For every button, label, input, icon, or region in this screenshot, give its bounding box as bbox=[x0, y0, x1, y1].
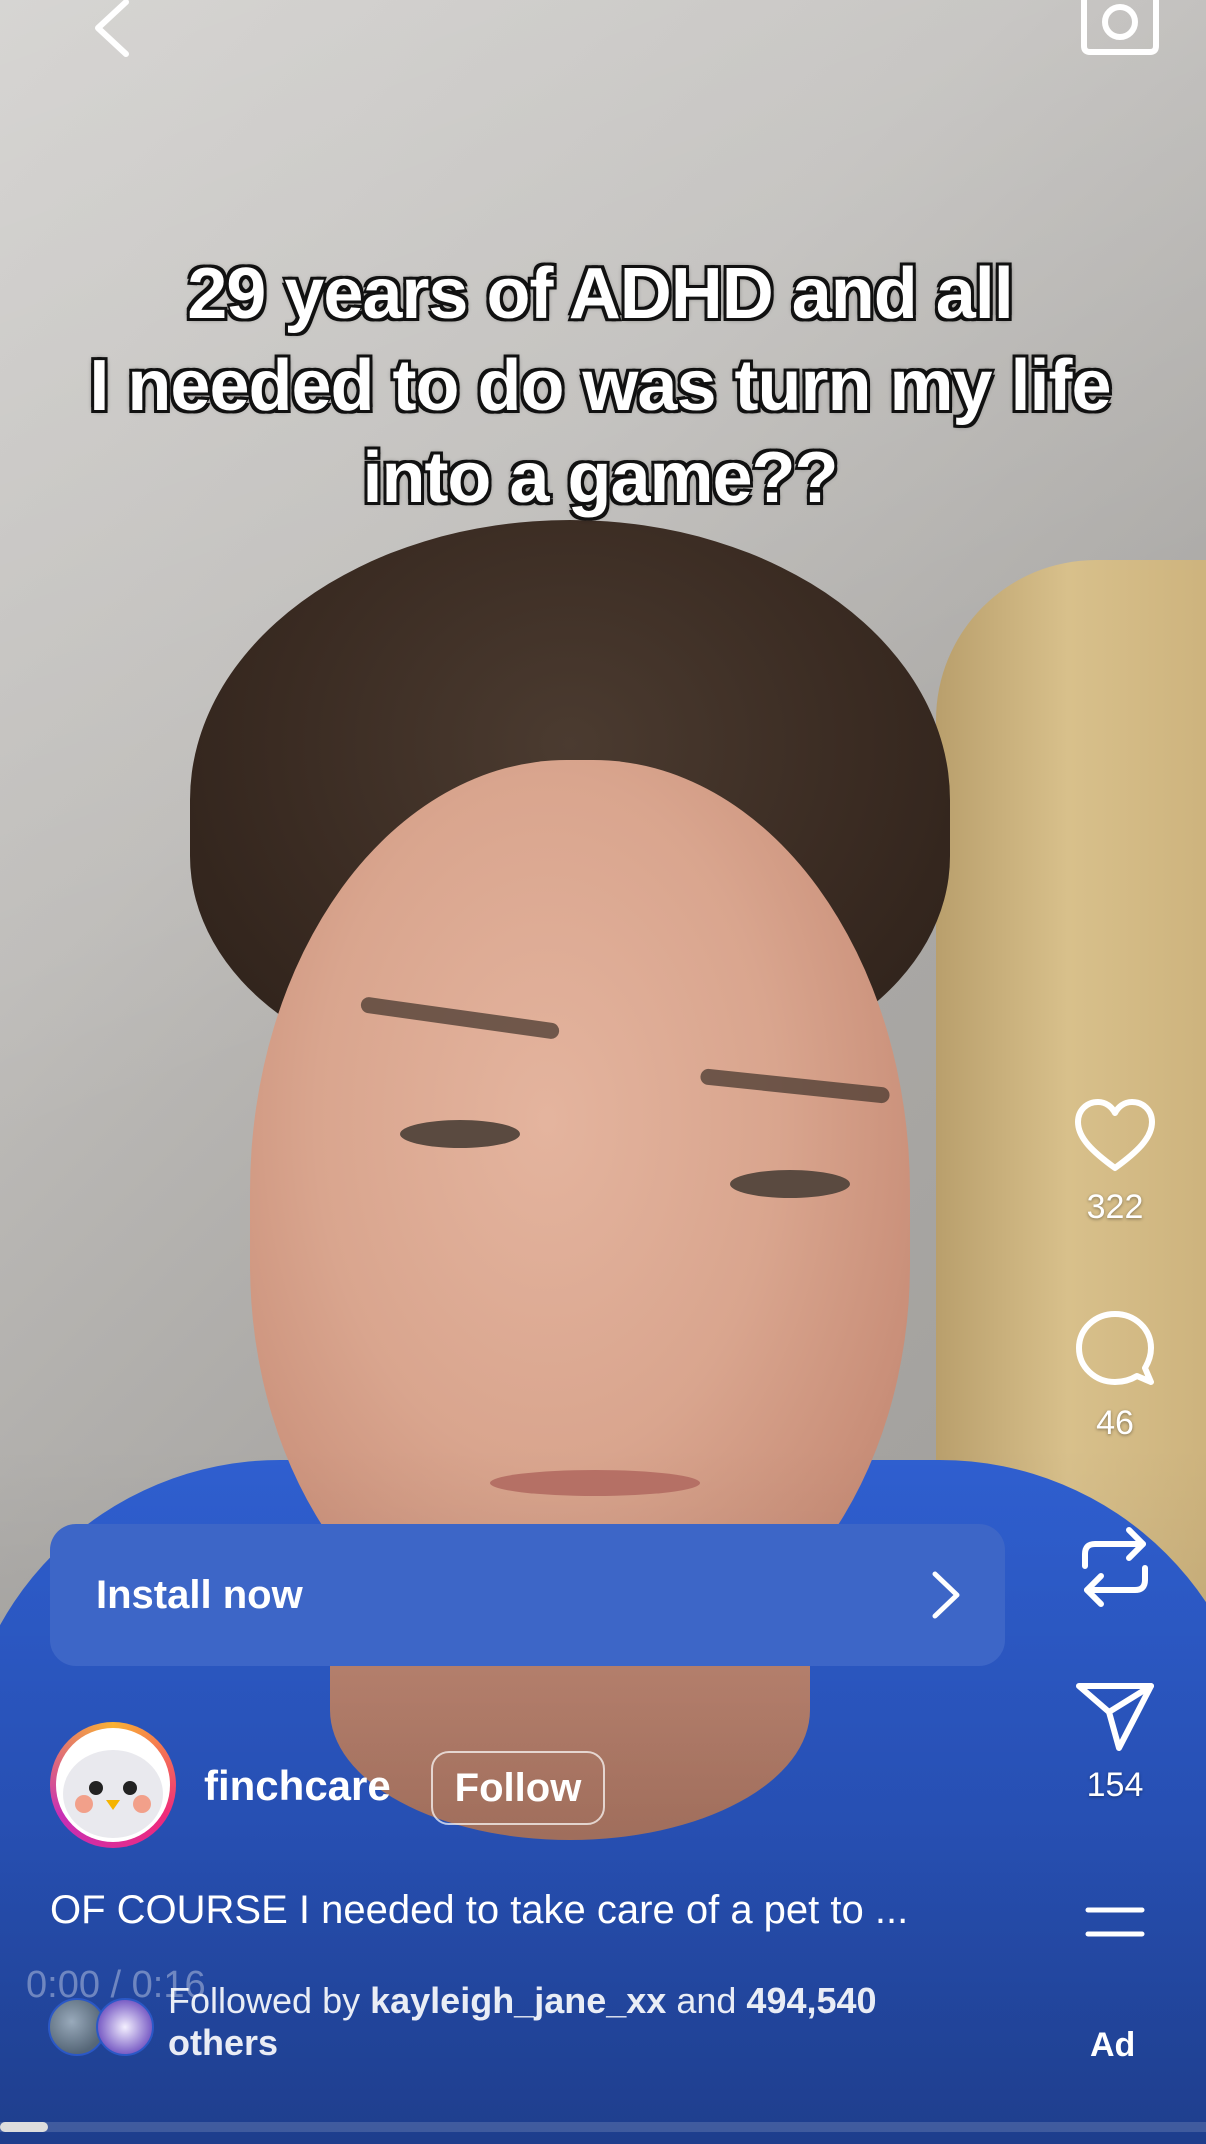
comment-button[interactable]: 46 bbox=[1055, 1310, 1175, 1443]
comment-count: 46 bbox=[1096, 1404, 1134, 1442]
followed-by-text[interactable]: Followed by kayleigh_jane_xx and 494,540… bbox=[168, 1980, 988, 2064]
follow-button[interactable]: Follow bbox=[431, 1751, 605, 1825]
comment-icon bbox=[1076, 1311, 1154, 1385]
followed-by-joiner: and bbox=[676, 1980, 737, 2021]
account-avatar[interactable] bbox=[50, 1722, 176, 1848]
account-username[interactable]: finchcare bbox=[204, 1762, 391, 1810]
post-description[interactable]: OF COURSE I needed to take care of a pet… bbox=[50, 1888, 908, 1933]
video-progress-fill bbox=[0, 2122, 49, 2132]
share-count: 154 bbox=[1086, 1766, 1144, 1804]
right-eye bbox=[730, 1170, 850, 1198]
followed-by-count: 494,540 bbox=[746, 1980, 877, 2021]
chevron-left-icon bbox=[95, 0, 129, 57]
install-now-button[interactable]: Install now bbox=[50, 1524, 1005, 1666]
finch-logo bbox=[56, 1728, 170, 1842]
follower-avatar bbox=[96, 1998, 154, 2056]
followed-by-suffix: others bbox=[168, 2022, 279, 2063]
send-icon bbox=[1076, 1683, 1154, 1751]
back-button[interactable] bbox=[82, 0, 142, 60]
followed-by-prefix: Followed by bbox=[168, 1980, 361, 2021]
like-count: 322 bbox=[1086, 1188, 1144, 1226]
more-menu-button[interactable] bbox=[1055, 1904, 1175, 1940]
heart-icon bbox=[1075, 1099, 1155, 1171]
like-button[interactable]: 322 bbox=[1055, 1098, 1175, 1227]
caption-line-1: 29 years of ADHD and all bbox=[187, 254, 1014, 334]
repost-button[interactable] bbox=[1055, 1524, 1175, 1610]
video-caption: 29 years of ADHD and all I needed to do … bbox=[60, 248, 1140, 524]
followed-by-user[interactable]: kayleigh_jane_xx bbox=[370, 1980, 666, 2021]
caption-line-2: I needed to do was turn my life bbox=[89, 346, 1111, 426]
camera-button[interactable] bbox=[1080, 0, 1160, 60]
caption-line-3: into a game?? bbox=[362, 438, 838, 518]
install-now-label: Install now bbox=[96, 1572, 303, 1617]
video-progress-bar[interactable] bbox=[0, 2122, 1206, 2132]
left-eye bbox=[400, 1120, 520, 1148]
repost-icon bbox=[1082, 1527, 1148, 1607]
mutual-followers-avatars bbox=[48, 1998, 158, 2056]
share-button[interactable]: 154 bbox=[1055, 1680, 1175, 1805]
menu-icon bbox=[1085, 1907, 1145, 1937]
ad-label: Ad bbox=[1090, 2026, 1136, 2064]
camera-icon bbox=[1081, 0, 1159, 55]
chevron-right-icon bbox=[932, 1571, 960, 1619]
